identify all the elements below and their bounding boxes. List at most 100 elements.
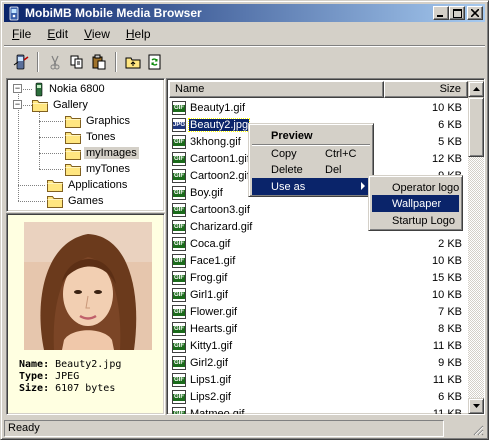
tree-item-label: myTones <box>86 163 131 175</box>
title-bar[interactable]: MobiMB Mobile Media Browser <box>4 4 485 22</box>
column-header-name[interactable]: Name <box>169 81 384 98</box>
tree-item-tones[interactable]: Tones <box>65 129 117 145</box>
file-size: 6 KB <box>438 118 462 131</box>
file-row[interactable]: GIF Matmeo.gif 11 KB <box>169 405 468 415</box>
file-row[interactable]: GIF Girl1.gif 10 KB <box>169 286 468 303</box>
tree-item-label: Gallery <box>53 99 88 111</box>
menu-item-operator-logo[interactable]: Operator logo <box>372 179 459 196</box>
close-button[interactable] <box>467 6 483 20</box>
tree-connector <box>18 201 45 202</box>
file-row[interactable]: GIF Beauty1.gif 10 KB <box>169 99 468 116</box>
gif-file-icon: GIF <box>172 389 186 404</box>
menu-help[interactable]: Help <box>118 27 159 41</box>
tree-connector <box>39 109 40 169</box>
list-header: Name Size <box>169 81 468 98</box>
file-name-cell: GIF Cartoon3.gif <box>169 202 384 217</box>
menubar-divider <box>4 45 485 47</box>
file-name: Cartoon1.gif <box>190 152 250 165</box>
tree-item-myimages[interactable]: myImages <box>65 145 139 161</box>
folder-up-icon[interactable] <box>122 51 144 73</box>
menu-item-preview[interactable]: Preview <box>252 127 370 144</box>
folder-icon <box>65 131 81 144</box>
tree-connector <box>39 121 63 122</box>
gif-file-icon: GIF <box>172 287 186 302</box>
file-row[interactable]: GIF Coca.gif 2 KB <box>169 235 468 252</box>
app-phone-icon <box>6 5 22 21</box>
menu-item-startup-logo[interactable]: Startup Logo <box>372 212 459 229</box>
folder-icon <box>47 179 63 192</box>
copy-icon[interactable] <box>66 51 88 73</box>
tree-item-gallery[interactable]: Gallery <box>32 97 90 113</box>
tree-item-graphics[interactable]: Graphics <box>65 113 132 129</box>
menu-file[interactable]: File <box>4 27 39 41</box>
toolbar-separator <box>115 52 117 72</box>
phone-connect-icon[interactable] <box>10 51 32 73</box>
file-name: Boy.gif <box>190 186 223 199</box>
vertical-scrollbar[interactable] <box>468 81 484 414</box>
preview-type: Type: JPEG <box>19 371 80 382</box>
tree-collapse-gallery-icon[interactable]: − <box>13 100 22 109</box>
preview-name: Name: Beauty2.jpg <box>19 359 122 370</box>
status-text: Ready <box>4 419 444 437</box>
tree-collapse-nokia-icon[interactable]: − <box>13 84 22 93</box>
file-name: Matmeo.gif <box>190 407 245 415</box>
file-row[interactable]: GIF Kitty1.gif 11 KB <box>169 337 468 354</box>
menu-item-delete[interactable]: Delete Del <box>252 161 370 178</box>
toolbar-separator <box>37 52 39 72</box>
maximize-button[interactable] <box>449 6 465 20</box>
resize-grip-icon[interactable] <box>472 424 484 436</box>
gif-file-icon: GIF <box>172 168 186 183</box>
tree-connector <box>18 185 45 186</box>
file-row[interactable]: GIF Hearts.gif 8 KB <box>169 320 468 337</box>
tree-item-label: Applications <box>68 179 128 191</box>
file-size: 11 KB <box>432 407 462 415</box>
file-name: Charizard.gif <box>190 220 253 233</box>
menu-view[interactable]: View <box>76 27 118 41</box>
gif-file-icon: GIF <box>172 151 186 166</box>
file-row[interactable]: GIF Lips1.gif 11 KB <box>169 371 468 388</box>
file-size: 11 KB <box>432 339 462 352</box>
file-row[interactable]: GIF Girl2.gif 9 KB <box>169 354 468 371</box>
file-size: 9 KB <box>438 356 462 369</box>
gif-file-icon: GIF <box>172 185 186 200</box>
file-name-cell: GIF Face1.gif <box>169 253 384 268</box>
toolbar <box>4 48 485 76</box>
scroll-down-button[interactable] <box>468 398 484 414</box>
scroll-thumb[interactable] <box>468 97 484 157</box>
file-row[interactable]: GIF Frog.gif 15 KB <box>169 269 468 286</box>
tree-connector <box>39 137 63 138</box>
menu-item-wallpaper[interactable]: Wallpaper <box>372 195 459 212</box>
gif-file-icon: GIF <box>172 236 186 251</box>
tree-connector <box>39 169 63 170</box>
window-title: MobiMB Mobile Media Browser <box>25 6 202 20</box>
tree-item-label: Nokia 6800 <box>49 83 105 95</box>
menu-bar: File Edit View Help <box>4 24 485 44</box>
file-name-cell: GIF Frog.gif <box>169 270 384 285</box>
file-name: Hearts.gif <box>190 322 238 335</box>
tree-item-nokia-6800[interactable]: Nokia 6800 <box>34 81 107 97</box>
paste-icon[interactable] <box>88 51 110 73</box>
menu-item-copy[interactable]: Copy Ctrl+C <box>252 145 370 162</box>
folder-icon <box>65 147 81 160</box>
file-row[interactable]: GIF Lips2.gif 6 KB <box>169 388 468 405</box>
refresh-icon[interactable] <box>144 51 166 73</box>
scroll-up-button[interactable] <box>468 81 484 97</box>
tree-item-label: Graphics <box>86 115 131 127</box>
menu-item-use-as[interactable]: Use as <box>252 178 370 195</box>
file-row[interactable]: GIF Flower.gif 7 KB <box>169 303 468 320</box>
tree-item-mytones[interactable]: myTones <box>65 161 132 177</box>
file-size: 15 KB <box>432 271 462 284</box>
tree-item-applications[interactable]: Applications <box>47 177 129 193</box>
tree-item-label: Tones <box>86 131 116 143</box>
column-header-size[interactable]: Size <box>384 81 468 98</box>
file-row[interactable]: GIF Face1.gif 10 KB <box>169 252 468 269</box>
file-size: 2 KB <box>438 237 462 250</box>
tree-item-games[interactable]: Games <box>47 193 105 209</box>
app-window: MobiMB Mobile Media Browser File Edit View… <box>0 0 489 440</box>
file-name-cell: GIF Lips2.gif <box>169 389 384 404</box>
gif-file-icon: GIF <box>172 321 186 336</box>
menu-edit[interactable]: Edit <box>39 27 76 41</box>
minimize-button[interactable] <box>433 6 449 20</box>
cut-icon[interactable] <box>44 51 66 73</box>
folder-tree[interactable]: − − Nokia 6800 Gallery Graphics Tones myImages… <box>6 78 165 212</box>
